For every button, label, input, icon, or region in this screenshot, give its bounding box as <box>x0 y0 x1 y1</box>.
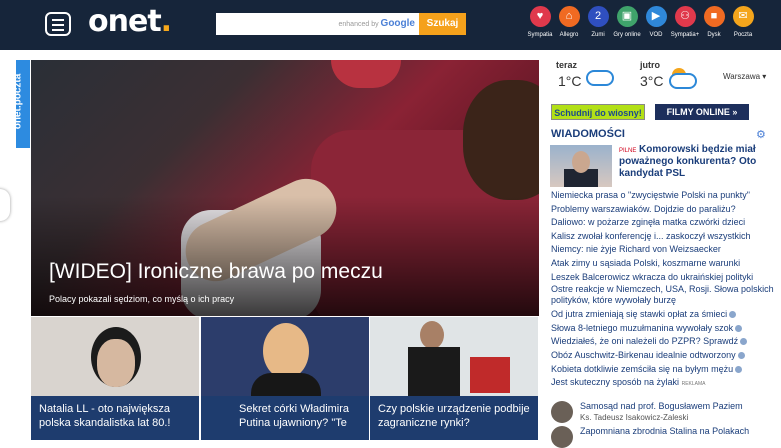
news-item[interactable]: Słowa 8-letniego muzułmanina wywołały sz… <box>551 322 777 336</box>
news-item[interactable]: Ostre reakcje w Niemczech, USA, Rosji. S… <box>551 284 777 306</box>
lead-news-image[interactable] <box>550 145 612 187</box>
service-poczta[interactable]: ✉ Poczta <box>723 6 763 38</box>
news-item[interactable]: Atak zimy u sąsiada Polski, koszmarne wa… <box>551 257 777 271</box>
basket-icon: ⌂ <box>558 6 580 27</box>
mail-icon: ✉ <box>732 6 754 27</box>
video-icon <box>735 365 743 373</box>
video-icon <box>737 352 745 360</box>
ad-banner-films[interactable]: FILMY ONLINE » <box>655 104 749 120</box>
search-input[interactable]: enhanced by Google <box>216 13 419 35</box>
news-item[interactable]: Daliowo: w pożarze zginęła matka czwórki… <box>551 216 777 230</box>
news-list: Niemiecka prasa o "zwycięstwie Polski na… <box>551 189 777 392</box>
lead-news-title[interactable]: Komorowski będzie miał poważnego konkure… <box>619 144 779 180</box>
news-item[interactable]: Leszek Balcerowicz wkracza do ukraińskie… <box>551 271 777 285</box>
carousel-prev-arrow[interactable] <box>0 189 10 221</box>
side-tab-poczta[interactable]: onet.poczta <box>12 60 30 148</box>
avatar <box>551 401 573 423</box>
onet-logo[interactable]: onet. <box>88 4 172 39</box>
gamepad-icon: ▣ <box>616 6 638 27</box>
heart-icon: ♥ <box>529 6 551 27</box>
cloud-icon <box>586 70 614 86</box>
news-item[interactable]: Problemy warszawiaków. Dojdzie do parali… <box>551 203 777 217</box>
menu-icon[interactable] <box>45 12 71 36</box>
hero-title[interactable]: [WIDEO] Ironiczne brawa po meczu <box>49 260 383 284</box>
play-icon: ▶ <box>645 6 667 27</box>
search-button[interactable]: Szukaj <box>419 13 466 35</box>
city-select[interactable]: Warszawa ▾ <box>723 72 766 81</box>
zumi-icon: 2 <box>587 6 609 27</box>
partly-cloudy-icon <box>669 73 697 89</box>
hero-subtitle: Polacy pokazali sędziom, co myślą o ich … <box>49 294 235 304</box>
disk-icon: ■ <box>703 6 725 27</box>
avatar <box>551 426 573 448</box>
chevron-down-icon: ▾ <box>762 72 767 81</box>
news-item[interactable]: Niemcy: nie żyje Richard von Weizsaecker <box>551 243 777 257</box>
news-item[interactable]: Wiedziałeś, że oni należeli do PZPR? Spr… <box>551 335 777 349</box>
powered-by: enhanced by Google <box>338 18 416 29</box>
top-bar: onet. enhanced by Google Szukaj ♥ Sympati… <box>0 0 781 50</box>
ad-banner-diet[interactable]: Schudnij do wiosny! <box>551 104 645 120</box>
news-item[interactable]: Od jutra zmieniają się stawki opłat za ś… <box>551 308 777 322</box>
news-heading[interactable]: WIADOMOŚCI <box>551 128 625 140</box>
gear-icon[interactable]: ⚙ <box>756 128 766 141</box>
video-icon <box>740 338 748 346</box>
article-thumb-2[interactable]: Sekret córki Władimira Putina ujawniony?… <box>201 317 369 440</box>
news-item[interactable]: Kalisz zwołał konferencję i... zaskoczył… <box>551 230 777 244</box>
news-item[interactable]: Kobieta dotkliwie zemściła się na byłym … <box>551 363 777 377</box>
urgent-badge: PILNE <box>619 148 637 154</box>
ad-label: REKLAMA <box>681 381 706 388</box>
news-item[interactable]: Obóz Auschwitz-Birkenau idealnie odtworz… <box>551 349 777 363</box>
article-thumb-1[interactable]: Natalia LL - oto największa polska skand… <box>31 317 199 440</box>
couple-icon: ⚇ <box>674 6 696 27</box>
news-item[interactable]: Niemiecka prasa o "zwycięstwie Polski na… <box>551 189 777 203</box>
news-item[interactable]: Jest skuteczny sposób na żylaki REKLAMA <box>551 376 777 392</box>
hero-article[interactable]: [WIDEO] Ironiczne brawa po meczu Polacy … <box>31 60 539 316</box>
video-icon <box>735 324 743 332</box>
video-icon <box>729 311 737 319</box>
article-thumb-3[interactable]: Czy polskie urządzenie podbije zagranicz… <box>370 317 538 440</box>
